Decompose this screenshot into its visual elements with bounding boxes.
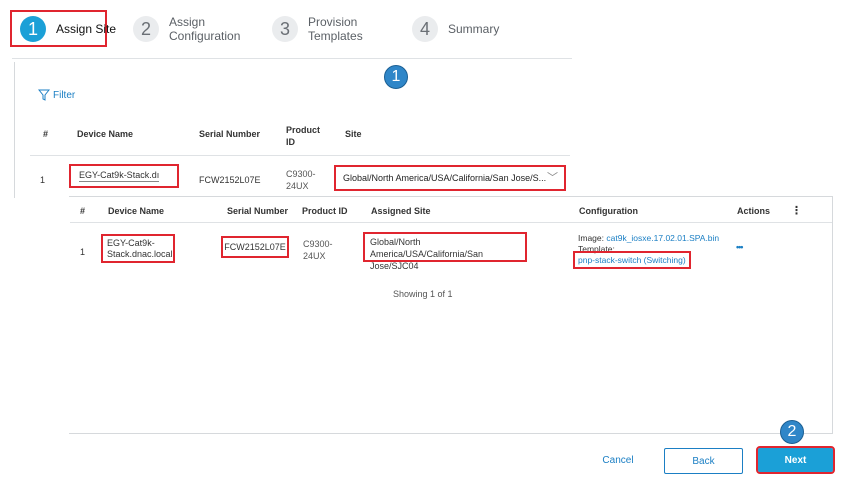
filter-label: Filter <box>53 89 76 101</box>
col-header-product-id: Product ID <box>302 206 348 216</box>
step-number: 4 <box>412 16 438 42</box>
step-assign-configuration[interactable]: 2 Assign Configuration <box>133 11 240 47</box>
col-header-product-id: Product ID <box>286 125 321 147</box>
site-select-value: Global/North America/USA/California/San … <box>343 173 547 183</box>
next-button[interactable]: Next <box>756 446 835 474</box>
step-provision-templates[interactable]: 3 Provision Templates <box>272 11 363 47</box>
col-header-serial-number: Serial Number <box>227 206 289 216</box>
step-label-line1: Assign <box>169 15 206 29</box>
pagination-status: Showing 1 of 1 <box>393 289 453 299</box>
col-header-configuration: Configuration <box>579 206 638 216</box>
callout-badge-2: 2 <box>780 420 804 444</box>
filter-icon <box>38 89 50 101</box>
step-number: 3 <box>272 16 298 42</box>
step-summary[interactable]: 4 Summary <box>412 11 499 47</box>
step-label-line2: Configuration <box>169 29 241 43</box>
column-settings-icon[interactable]: ⋮ <box>791 204 802 217</box>
summary-configuration: Image: cat9k_iosxe.17.02.01.SPA.bin Temp… <box>578 233 719 255</box>
col-header-site: Site <box>345 129 362 139</box>
step-label-line2: Templates <box>308 29 363 43</box>
template-link-highlight: pnp-stack-switch (Switching) <box>573 251 691 269</box>
filter-button[interactable]: Filter <box>38 89 75 101</box>
back-button[interactable]: Back <box>664 448 743 474</box>
step-number: 1 <box>20 16 46 42</box>
summary-panel-top-border <box>69 196 833 197</box>
image-label: Image: <box>578 233 604 243</box>
summary-panel-right-border <box>832 196 833 433</box>
summary-header-divider <box>70 222 832 223</box>
chevron-down-icon: ﹀ <box>547 172 558 184</box>
summary-assigned-site: Global/North America/USA/California/San … <box>363 232 527 271</box>
stepper-divider <box>12 58 572 59</box>
step-label-line1: Provision <box>308 15 358 29</box>
device-name-value: EGY-Cat9k-Stack.dı <box>79 170 160 182</box>
col-header-assigned-site: Assigned Site <box>371 206 431 216</box>
summary-device-name: EGY-Cat9k- Stack.dnac.local <box>101 234 175 263</box>
col-header-serial-number: Serial Number <box>199 129 261 139</box>
col-header-device-name: Device Name <box>77 129 134 139</box>
header-divider <box>30 155 570 156</box>
callout-badge-1: 1 <box>384 65 408 89</box>
col-header-num: # <box>80 206 86 216</box>
device-name-field[interactable]: EGY-Cat9k-Stack.dı <box>69 164 179 188</box>
product-id: C9300- 24UX <box>286 169 316 191</box>
summary-row-num: 1 <box>80 247 86 257</box>
step-label: Summary <box>448 22 500 36</box>
cancel-button[interactable]: Cancel <box>596 448 640 472</box>
row-num: 1 <box>40 175 46 185</box>
summary-product-id: C9300- 24UX <box>303 239 333 261</box>
col-header-num: # <box>43 129 49 139</box>
summary-panel-bottom-border <box>69 433 833 434</box>
panel-left-border <box>14 62 15 198</box>
site-select[interactable]: Global/North America/USA/California/San … <box>334 165 566 191</box>
step-assign-site[interactable]: 1 Assign Site <box>20 11 116 47</box>
template-link[interactable]: pnp-stack-switch (Switching) <box>578 255 686 265</box>
row-actions-menu-icon[interactable]: ••• <box>736 242 744 252</box>
step-label: Assign Site <box>56 22 117 36</box>
col-header-device-name: Device Name <box>108 206 165 216</box>
serial-number: FCW2152L07E <box>199 175 261 185</box>
image-link[interactable]: cat9k_iosxe.17.02.01.SPA.bin <box>606 233 719 243</box>
summary-serial-number: FCW2152L07E <box>221 236 289 258</box>
col-header-actions: Actions <box>737 206 771 216</box>
step-number: 2 <box>133 16 159 42</box>
